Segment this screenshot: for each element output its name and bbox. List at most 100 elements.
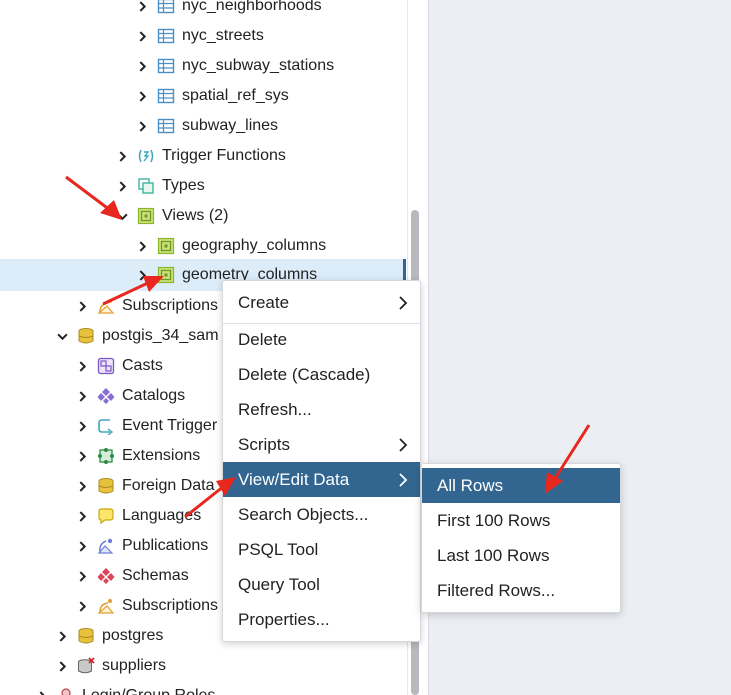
tree-item-postgis-34-sample[interactable]: postgis_34_sam	[55, 321, 219, 351]
chevron-right-icon[interactable]	[135, 59, 149, 73]
chevron-right-icon[interactable]	[75, 509, 89, 523]
schema-icon	[97, 567, 115, 585]
tree-item-geography-columns[interactable]: geography_columns	[135, 231, 326, 261]
tree-item-label: postgres	[102, 627, 164, 644]
tree-item-subscriptions[interactable]: Subscriptions	[75, 291, 218, 321]
tree-item-casts[interactable]: Casts	[75, 351, 163, 381]
tree-item-publications[interactable]: Publications	[75, 531, 208, 561]
tree-item-trigger-functions[interactable]: Trigger Functions	[115, 141, 286, 171]
chevron-right-icon[interactable]	[55, 629, 69, 643]
table-icon	[157, 87, 175, 105]
tree-item-label: Catalogs	[122, 387, 186, 404]
tree-item-nyc-subway-stations[interactable]: nyc_subway_stations	[135, 51, 334, 81]
menu-item-label: Last 100 Rows	[437, 545, 550, 565]
tree-item-suppliers[interactable]: suppliers	[55, 651, 166, 681]
tree-item-label: Views (2)	[162, 207, 229, 224]
chevron-right-icon[interactable]	[75, 479, 89, 493]
menu-item-view-edit-data[interactable]: View/Edit Data	[223, 462, 420, 497]
tree-item-foreign-data-wrappers[interactable]: Foreign Data	[75, 471, 215, 501]
chevron-right-icon[interactable]	[115, 149, 129, 163]
menu-item-label: Properties...	[238, 609, 330, 629]
chevron-right-icon	[399, 438, 408, 452]
submenu-item-filtered-rows[interactable]: Filtered Rows...	[422, 573, 620, 608]
menu-item-refresh[interactable]: Refresh...	[223, 392, 420, 427]
publication-icon	[97, 537, 115, 555]
chevron-right-icon[interactable]	[75, 539, 89, 553]
menu-item-delete-cascade[interactable]: Delete (Cascade)	[223, 357, 420, 392]
tree-item-subway-lines[interactable]: subway_lines	[135, 111, 278, 141]
view-icon	[157, 237, 175, 255]
cast-icon	[97, 357, 115, 375]
tree-item-schemas[interactable]: Schemas	[75, 561, 189, 591]
chevron-right-icon[interactable]	[135, 119, 149, 133]
menu-item-label: First 100 Rows	[437, 510, 551, 530]
chevron-down-icon[interactable]	[55, 329, 69, 343]
chevron-right-icon[interactable]	[75, 359, 89, 373]
tree-item-types[interactable]: Types	[115, 171, 205, 201]
menu-item-label: Filtered Rows...	[437, 580, 556, 600]
menu-item-label: Query Tool	[238, 574, 320, 594]
chevron-right-icon[interactable]	[55, 659, 69, 673]
tree-item-login-group-roles[interactable]: Login/Group Roles	[35, 681, 215, 695]
database-icon	[77, 327, 95, 345]
menu-item-label: View/Edit Data	[238, 469, 350, 489]
submenu-item-first-100-rows[interactable]: First 100 Rows	[422, 503, 620, 538]
tree-item-label: Schemas	[122, 567, 189, 584]
tree-item-spatial-ref-sys[interactable]: spatial_ref_sys	[135, 81, 289, 111]
catalog-icon	[97, 387, 115, 405]
table-icon	[157, 117, 175, 135]
tree-item-nyc-neighborhoods[interactable]: nyc_neighborhoods	[135, 0, 322, 21]
chevron-right-icon[interactable]	[135, 89, 149, 103]
tree-item-nyc-streets[interactable]: nyc_streets	[135, 21, 264, 51]
subscription-icon	[97, 597, 115, 615]
tree-item-label: nyc_neighborhoods	[182, 0, 322, 14]
chevron-right-icon[interactable]	[135, 268, 149, 282]
types-icon	[137, 177, 155, 195]
menu-item-label: Delete	[238, 329, 288, 349]
chevron-right-icon[interactable]	[75, 599, 89, 613]
menu-item-create[interactable]: Create	[223, 285, 420, 320]
submenu-item-all-rows[interactable]: All Rows	[422, 468, 620, 503]
menu-item-scripts[interactable]: Scripts	[223, 427, 420, 462]
tree-item-label: Publications	[122, 537, 209, 554]
chevron-down-icon[interactable]	[115, 209, 129, 223]
chevron-right-icon[interactable]	[75, 419, 89, 433]
chevron-right-icon[interactable]	[75, 389, 89, 403]
tree-item-label: Event Trigger	[122, 417, 218, 434]
table-icon	[157, 0, 175, 15]
tree-item-event-triggers[interactable]: Event Trigger	[75, 411, 217, 441]
chevron-right-icon[interactable]	[35, 689, 49, 695]
tree-item-subscriptions-2[interactable]: Subscriptions	[75, 591, 218, 621]
chevron-right-icon[interactable]	[135, 0, 149, 13]
subscription-icon	[97, 297, 115, 315]
chevron-right-icon[interactable]	[135, 239, 149, 253]
trigger-function-icon	[137, 147, 155, 165]
tree-item-label: Casts	[122, 357, 163, 374]
chevron-right-icon[interactable]	[115, 179, 129, 193]
tree-item-label: suppliers	[102, 657, 167, 674]
chevron-right-icon[interactable]	[75, 299, 89, 313]
views-icon	[137, 207, 155, 225]
tree-item-label: Foreign Data	[122, 477, 215, 494]
menu-item-delete[interactable]: Delete	[223, 322, 420, 357]
menu-item-label: Search Objects...	[238, 504, 369, 524]
menu-item-label: Scripts	[238, 434, 290, 454]
tree-item-postgres[interactable]: postgres	[55, 621, 163, 651]
tree-item-languages[interactable]: Languages	[75, 501, 201, 531]
chevron-right-icon[interactable]	[75, 449, 89, 463]
menu-item-label: Refresh...	[238, 399, 312, 419]
menu-item-search-objects[interactable]: Search Objects...	[223, 497, 420, 532]
menu-item-label: All Rows	[437, 475, 504, 495]
chevron-right-icon[interactable]	[135, 29, 149, 43]
database-icon	[77, 627, 95, 645]
tree-item-views[interactable]: Views (2)	[115, 201, 228, 231]
menu-item-psql-tool[interactable]: PSQL Tool	[223, 532, 420, 567]
tree-item-label: spatial_ref_sys	[182, 87, 289, 104]
tree-item-extensions[interactable]: Extensions	[75, 441, 200, 471]
tree-item-catalogs[interactable]: Catalogs	[75, 381, 185, 411]
submenu-item-last-100-rows[interactable]: Last 100 Rows	[422, 538, 620, 573]
menu-item-properties[interactable]: Properties...	[223, 602, 420, 637]
chevron-right-icon[interactable]	[75, 569, 89, 583]
menu-item-label: Create	[238, 292, 290, 312]
menu-item-query-tool[interactable]: Query Tool	[223, 567, 420, 602]
